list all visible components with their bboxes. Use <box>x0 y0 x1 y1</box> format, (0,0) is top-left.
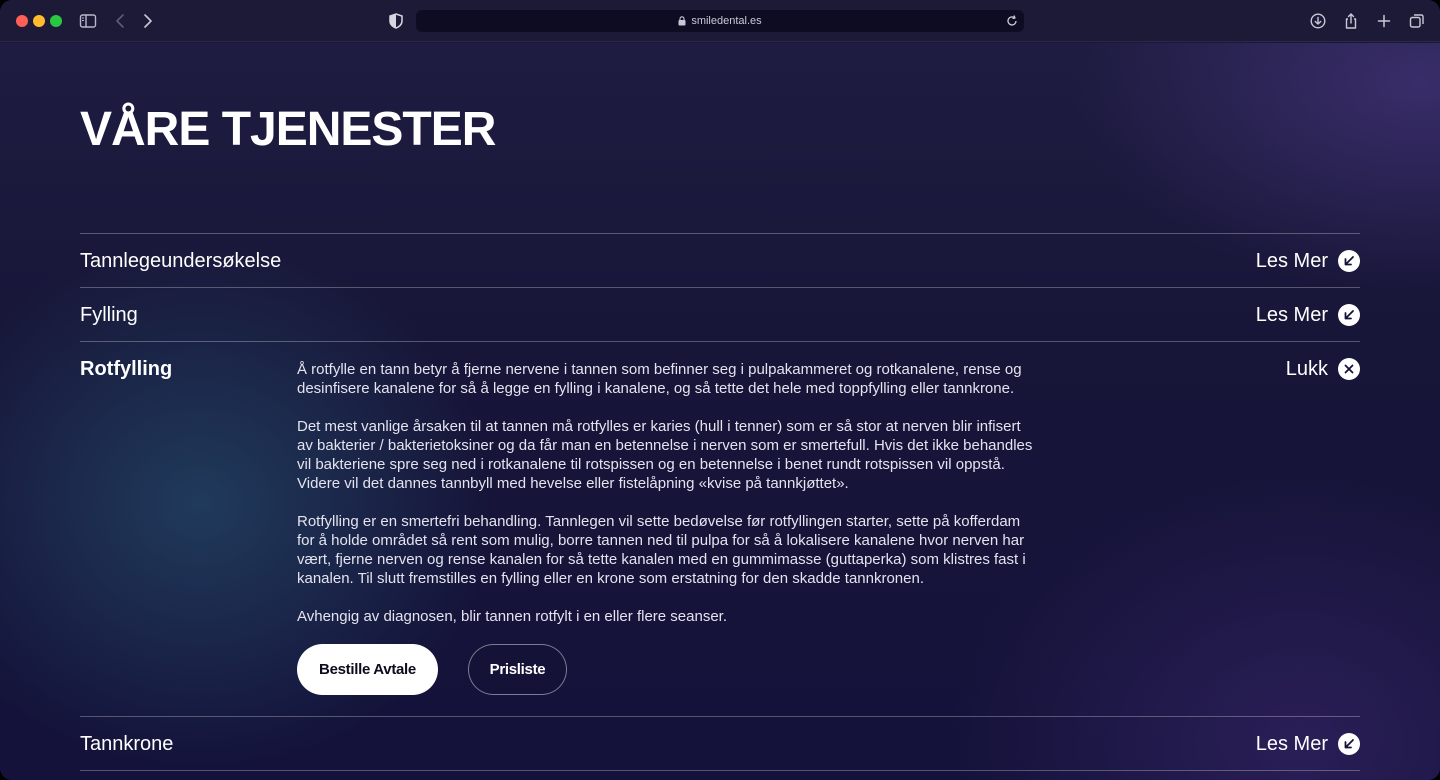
arrow-down-left-icon <box>1338 733 1360 755</box>
page-title: VÅRE TJENESTER <box>80 103 496 156</box>
lock-icon <box>678 16 686 26</box>
cta-buttons: Bestille Avtale Prisliste <box>297 644 567 695</box>
minimize-window-button[interactable] <box>33 15 45 27</box>
close-icon <box>1338 358 1360 380</box>
book-appointment-button[interactable]: Bestille Avtale <box>297 644 438 695</box>
browser-toolbar: smiledental.es <box>0 0 1440 42</box>
service-row-tannlegeundersokelse[interactable]: Tannlegeundersøkelse Les Mer <box>80 233 1360 287</box>
service-name: Tannlegeundersøkelse <box>80 250 282 272</box>
service-name: Fylling <box>80 304 138 326</box>
page-content: VÅRE TJENESTER Tannlegeundersøkelse Les … <box>0 43 1440 780</box>
new-tab-icon[interactable] <box>1374 11 1394 31</box>
les-mer-button[interactable]: Les Mer <box>1256 303 1360 327</box>
browser-window: smiledental.es VÅRE TJENESTER Tannlegeun… <box>0 0 1440 780</box>
address-bar[interactable]: smiledental.es <box>416 10 1024 32</box>
privacy-shield-icon[interactable] <box>386 11 406 31</box>
service-description: Å rotfylle en tann betyr å fjerne nerven… <box>297 360 1037 645</box>
share-icon[interactable] <box>1341 11 1361 31</box>
tab-overview-icon[interactable] <box>1407 11 1427 31</box>
close-window-button[interactable] <box>16 15 28 27</box>
description-paragraph: Avhengig av diagnosen, blir tannen rotfy… <box>297 608 727 625</box>
divider <box>80 770 1360 771</box>
service-row-rotfylling: Rotfylling Å rotfylle en tann betyr å fj… <box>80 341 1360 716</box>
service-name: Rotfylling <box>80 358 173 380</box>
les-mer-button[interactable]: Les Mer <box>1256 732 1360 756</box>
les-mer-label: Les Mer <box>1255 304 1328 326</box>
close-button[interactable]: Lukk <box>1286 357 1360 381</box>
service-row-fylling[interactable]: Fylling Les Mer <box>80 287 1360 341</box>
les-mer-label: Les Mer <box>1255 733 1328 755</box>
zoom-window-button[interactable] <box>50 15 62 27</box>
forward-icon[interactable] <box>137 11 157 31</box>
arrow-down-left-icon <box>1338 304 1360 326</box>
les-mer-button[interactable]: Les Mer <box>1256 249 1360 273</box>
description-paragraph: Å rotfylle en tann betyr å fjerne nerven… <box>297 361 1022 397</box>
downloads-icon[interactable] <box>1308 11 1328 31</box>
description-paragraph: Rotfylling er en smertefri behandling. T… <box>297 513 1026 587</box>
description-paragraph: Det mest vanlige årsaken til at tannen m… <box>297 418 1033 492</box>
back-icon[interactable] <box>111 11 131 31</box>
price-list-button[interactable]: Prisliste <box>468 644 567 695</box>
service-row-tannkrone[interactable]: Tannkrone Les Mer <box>80 716 1360 770</box>
services-list: Tannlegeundersøkelse Les Mer Fylling Les… <box>80 233 1360 770</box>
service-name: Tannkrone <box>80 733 174 755</box>
sidebar-toggle-icon[interactable] <box>78 11 98 31</box>
les-mer-label: Les Mer <box>1255 250 1328 272</box>
close-label: Lukk <box>1285 358 1328 380</box>
arrow-down-left-icon <box>1338 250 1360 272</box>
reload-icon[interactable] <box>1004 13 1020 29</box>
url-text: smiledental.es <box>691 15 762 27</box>
